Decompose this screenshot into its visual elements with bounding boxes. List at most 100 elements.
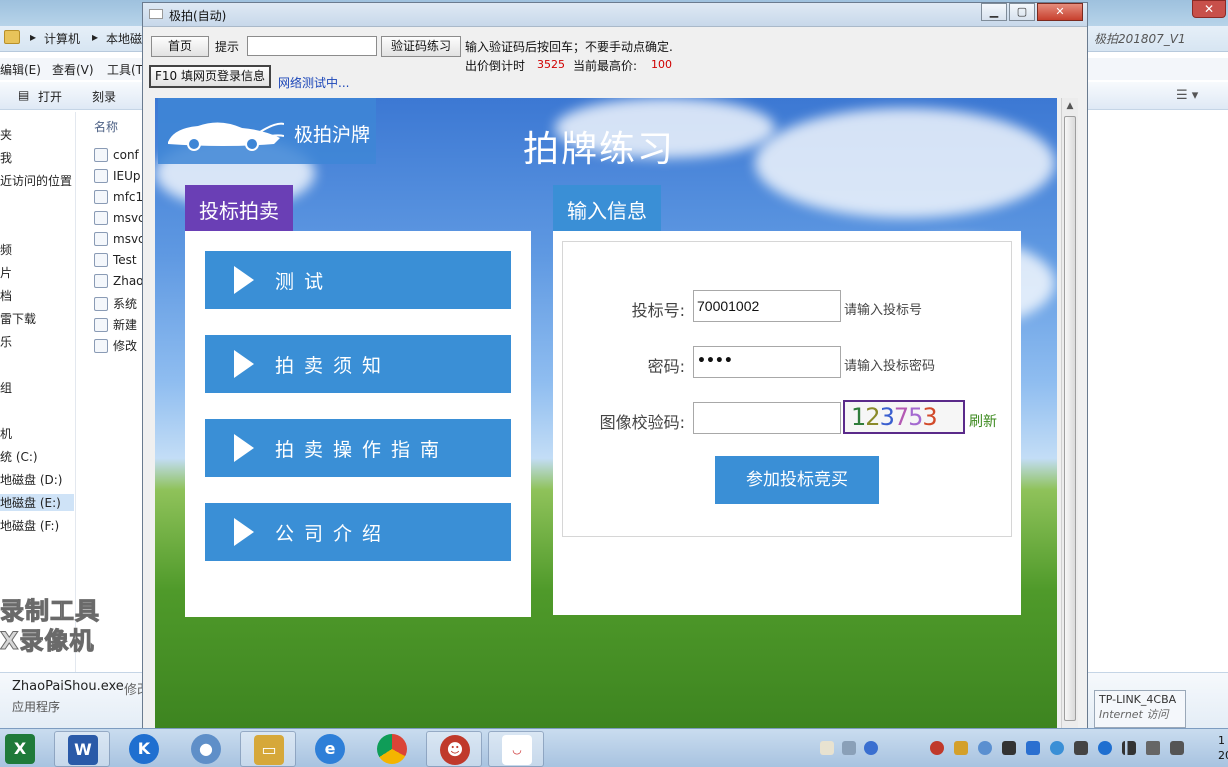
list-item[interactable]: Test xyxy=(94,253,137,267)
excel-taskbar-button[interactable]: X xyxy=(0,731,40,767)
nav-item[interactable]: 档 xyxy=(0,287,12,304)
system-clock[interactable]: 1 201 xyxy=(1218,733,1228,763)
car-app-icon: ◡ xyxy=(502,735,532,765)
menu-tools[interactable]: 工具(T xyxy=(107,61,143,78)
list-item[interactable]: 修改 xyxy=(94,337,137,354)
tray-help-icon[interactable] xyxy=(864,741,878,755)
burn-button[interactable]: 刻录 xyxy=(92,88,116,105)
tray-keyboard-icon[interactable] xyxy=(842,741,856,755)
tray-a-icon[interactable] xyxy=(1026,741,1040,755)
nav-item[interactable]: 片 xyxy=(0,264,12,281)
file-icon xyxy=(94,169,108,183)
menu-edit[interactable]: 编辑(E) xyxy=(0,61,41,78)
tray-pen-icon[interactable] xyxy=(1002,741,1016,755)
menu-view[interactable]: 查看(V) xyxy=(52,61,94,78)
tray-cloud-icon[interactable] xyxy=(1050,741,1064,755)
captcha-input[interactable] xyxy=(693,402,841,434)
breadcrumb-local-disk[interactable]: 本地磁 xyxy=(106,30,142,47)
auction-menu-panel: 测试 拍卖须知 拍卖操作指南 公司介绍 xyxy=(185,231,531,617)
f10-fill-login-button[interactable]: F10 填网页登录信息 xyxy=(149,65,271,88)
refresh-captcha-link[interactable]: 刷新 xyxy=(969,411,997,431)
list-item[interactable]: IEUp xyxy=(94,169,141,183)
scroll-thumb[interactable] xyxy=(1064,116,1076,721)
nav-item[interactable]: 地磁盘 (D:) xyxy=(0,471,62,488)
password-input[interactable]: •••• xyxy=(693,346,841,378)
hint-input[interactable] xyxy=(247,36,377,56)
instruction-text: 输入验证码后按回车；不要手动点确定. xyxy=(465,40,673,54)
nav-item[interactable]: 机 xyxy=(0,425,12,442)
nav-item[interactable]: 我 xyxy=(0,149,12,166)
file-icon xyxy=(94,148,108,162)
column-header-name[interactable]: 名称 xyxy=(94,118,118,135)
list-item[interactable]: 新建 xyxy=(94,316,137,333)
nav-item[interactable]: 近访问的位置 xyxy=(0,172,72,189)
explorer-taskbar-button[interactable]: ▭ xyxy=(240,731,296,767)
view-options-icon[interactable]: ☰ ▾ xyxy=(1176,88,1198,103)
minimize-button[interactable]: ▁ xyxy=(981,3,1007,21)
bid-number-input[interactable] xyxy=(693,290,841,322)
password-label: 密码: xyxy=(647,357,685,376)
menu-company-intro-button[interactable]: 公司介绍 xyxy=(205,503,511,561)
volume-icon[interactable] xyxy=(1146,741,1160,755)
list-item[interactable]: Zhao xyxy=(94,274,144,288)
network-signal-icon[interactable] xyxy=(1122,741,1136,755)
max-price-value: 100 xyxy=(651,58,672,71)
captcha-practice-button[interactable]: 验证码练习 xyxy=(381,36,461,57)
tray-wrench-icon[interactable] xyxy=(1074,741,1088,755)
details-type: 应用程序 xyxy=(12,700,61,714)
tray-user-icon[interactable] xyxy=(954,741,968,755)
menu-test-button[interactable]: 测试 xyxy=(205,251,511,309)
breadcrumb-computer[interactable]: 计算机 xyxy=(44,30,80,47)
list-item[interactable]: msvc xyxy=(94,232,145,246)
app-toolbar: 首页 提示 验证码练习 输入验证码后按回车；不要手动点确定. 出价倒计时 352… xyxy=(143,28,1087,96)
explorer-close-button[interactable]: ✕ xyxy=(1192,0,1226,18)
hint-label: 提示 xyxy=(215,40,240,54)
home-button[interactable]: 首页 xyxy=(151,36,209,57)
play-icon xyxy=(234,518,254,546)
messenger-taskbar-button[interactable]: ● xyxy=(178,731,234,767)
nav-item[interactable]: 乐 xyxy=(0,333,12,350)
menu-auction-notice-button[interactable]: 拍卖须知 xyxy=(205,335,511,393)
chrome-icon xyxy=(377,734,407,764)
open-button[interactable]: 打开 xyxy=(38,88,62,105)
nav-item[interactable]: 夹 xyxy=(0,126,12,143)
site-logo[interactable]: 极拍沪牌 xyxy=(158,98,376,164)
maximize-button[interactable]: ▢ xyxy=(1009,3,1035,21)
ninja-icon: ☻ xyxy=(440,735,470,765)
ie-taskbar-button[interactable]: e xyxy=(302,731,358,767)
chrome-taskbar-button[interactable] xyxy=(364,731,420,767)
nav-item[interactable]: 地磁盘 (E:) xyxy=(0,494,74,511)
tab-input-info: 输入信息 xyxy=(553,185,661,231)
ninja-app-taskbar-button[interactable]: ☻ xyxy=(426,731,482,767)
nav-item[interactable]: 雷下载 xyxy=(0,310,36,327)
list-item[interactable]: msvc xyxy=(94,211,145,225)
k-app-taskbar-button[interactable]: K xyxy=(116,731,172,767)
list-item[interactable]: 系统 xyxy=(94,295,137,312)
password-hint: 请输入投标密码 xyxy=(844,359,936,374)
vertical-scrollbar[interactable]: ▲ xyxy=(1061,98,1078,730)
app-icon xyxy=(149,9,163,19)
scroll-up-icon[interactable]: ▲ xyxy=(1064,100,1076,112)
captcha-image[interactable]: 123753 123753 xyxy=(843,400,965,434)
countdown-value: 3525 xyxy=(537,58,565,71)
word-taskbar-button[interactable]: W xyxy=(54,731,110,767)
jipai-taskbar-button[interactable]: ◡ xyxy=(488,731,544,767)
menu-operation-guide-button[interactable]: 拍卖操作指南 xyxy=(205,419,511,477)
captcha-label: 图像校验码: xyxy=(599,413,685,432)
nav-item[interactable]: 地磁盘 (F:) xyxy=(0,517,59,534)
nav-item[interactable]: 统 (C:) xyxy=(0,448,38,465)
network-tooltip: TP-LINK_4CBA Internet 访问 xyxy=(1094,690,1186,728)
tray-globe-icon[interactable] xyxy=(978,741,992,755)
nav-item[interactable]: 频 xyxy=(0,241,12,258)
nav-item[interactable]: 组 xyxy=(0,379,12,396)
logo-text: 极拍沪牌 xyxy=(294,124,371,146)
list-item[interactable]: conf xyxy=(94,148,139,162)
list-item[interactable]: mfc1 xyxy=(94,190,143,204)
tray-ninja-icon[interactable] xyxy=(930,741,944,755)
tray-doc-icon[interactable] xyxy=(820,741,834,755)
tray-k-icon[interactable] xyxy=(1098,741,1112,755)
power-icon[interactable] xyxy=(1170,741,1184,755)
join-bidding-button[interactable]: 参加投标竞买 xyxy=(715,456,879,504)
play-icon xyxy=(234,266,254,294)
close-button[interactable]: ✕ xyxy=(1037,3,1083,21)
